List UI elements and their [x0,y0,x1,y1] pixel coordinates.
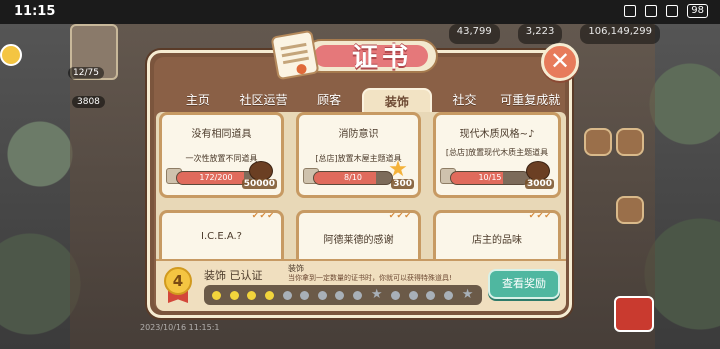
certificate-footer: 4 装饰 已认证 装饰 当你拿到一定数量的证书时，你就可以获得特殊道具! ★ ★ … [156,259,566,311]
battery-icon: 98 [687,4,708,18]
progress-dot [229,290,239,300]
certified-label: 装饰 已认证 [204,269,263,282]
clock: 11:15 [14,4,56,19]
view-rewards-button[interactable]: 查看奖励 [488,269,560,299]
achievement-name: 消防意识 [338,129,379,140]
tab-home[interactable]: 主页 [165,88,231,112]
wifi-icon [666,5,679,17]
achievement-name: 店主的品味 [472,235,522,246]
status-icons: 98 [624,4,708,18]
achievement-card[interactable]: 消防意识 [总店]放置木屋主题道具 8/10 ★ 300 [296,112,421,198]
achievement-card[interactable]: 没有相同道具 一次性放置不同道具 172/200 50000 [159,112,284,198]
resource-2: 3,223 [517,24,563,44]
notification-icon [624,5,637,17]
event-icon[interactable] [0,44,22,66]
reward: 3000 [520,161,554,189]
progress-dot [317,290,327,300]
achievement-name: 没有相同道具 [191,129,252,140]
resource-1: 43,799 [448,24,500,44]
reward-value: 50000 [241,179,277,189]
progress-dot [282,290,292,300]
progress-dot [408,290,418,300]
tab-social[interactable]: 社交 [432,88,498,112]
player-level: 12/75 [68,67,104,79]
certificate-progress-dots: ★ ★ [204,285,482,305]
medal-level: 4 [164,267,192,295]
achievement-name: I.C.E.A.? [201,231,242,242]
check-marks: ✔✔✔ [388,211,412,220]
progress-dot [335,290,345,300]
progress-dot [300,290,310,300]
status-bar: 11:15 98 [0,0,720,24]
coffee-bean-icon [249,161,273,181]
side-menu-button[interactable] [584,128,612,156]
achievement-card[interactable]: ✔✔✔ I.C.E.A.? [159,210,284,264]
progress-dot [391,290,401,300]
tab-decoration[interactable]: 装饰 [362,88,432,112]
tab-repeatable[interactable]: 可重复成就 [497,88,563,112]
certificate-description: 当你拿到一定数量的证书时，你就可以获得特殊道具! [288,274,452,282]
achievement-desc: [总店]放置现代木质主题道具 [445,148,549,157]
milestone-star-icon: ★ [370,287,383,302]
reward-value: 300 [391,179,414,189]
reward: 50000 [241,161,277,189]
achievement-name: 阿德莱德的感谢 [323,235,394,246]
player-coins: 3808 [72,96,105,108]
progress-dot [353,290,363,300]
home-button[interactable] [614,296,654,332]
achievement-card[interactable]: ✔✔✔ 店主的品味 [433,210,561,264]
star-icon: ★ [388,157,408,182]
resource-3: 106,149,299 [580,24,660,44]
reward: ★ 300 [380,159,414,189]
achievement-card[interactable]: 现代木质风格~♪ [总店]放置现代木质主题道具 10/15 3000 [433,112,561,198]
check-marks: ✔✔✔ [528,211,552,220]
achievement-name: 现代木质风格~♪ [459,129,535,140]
category-tabs: 主页 社区运营 顾客 装饰 社交 可重复成就 [165,88,563,112]
close-button[interactable]: ✕ [541,43,579,81]
achievement-progress-bar: 10/15 [450,171,530,185]
progress-text: 10/15 [478,173,502,182]
progress-dot [426,290,436,300]
gift-button[interactable] [616,196,644,224]
bluetooth-icon [645,5,658,17]
progress-dot [247,290,257,300]
achievement-card[interactable]: ✔✔✔ 阿德莱德的感谢 [296,210,421,264]
progress-dot [444,290,454,300]
activity-button[interactable] [616,128,644,156]
progress-dot [265,290,275,300]
dialog-title-banner: 证书 [270,29,444,81]
reward-value: 3000 [524,179,554,189]
tab-community[interactable]: 社区运营 [231,88,297,112]
dialog-title: 证书 [351,43,412,73]
tab-customers[interactable]: 顾客 [296,88,362,112]
certificate-scroll-icon [270,29,320,81]
progress-dot [212,290,222,300]
timestamp: 2023/10/16 11:15:1 [140,323,220,332]
achievement-grid: 没有相同道具 一次性放置不同道具 172/200 50000 消防意识 [总店]… [156,112,566,264]
check-marks: ✔✔✔ [251,211,275,220]
milestone-star-icon: ★ [461,287,474,302]
certificate-medal: 4 [162,267,194,303]
coffee-bean-icon [526,161,550,181]
